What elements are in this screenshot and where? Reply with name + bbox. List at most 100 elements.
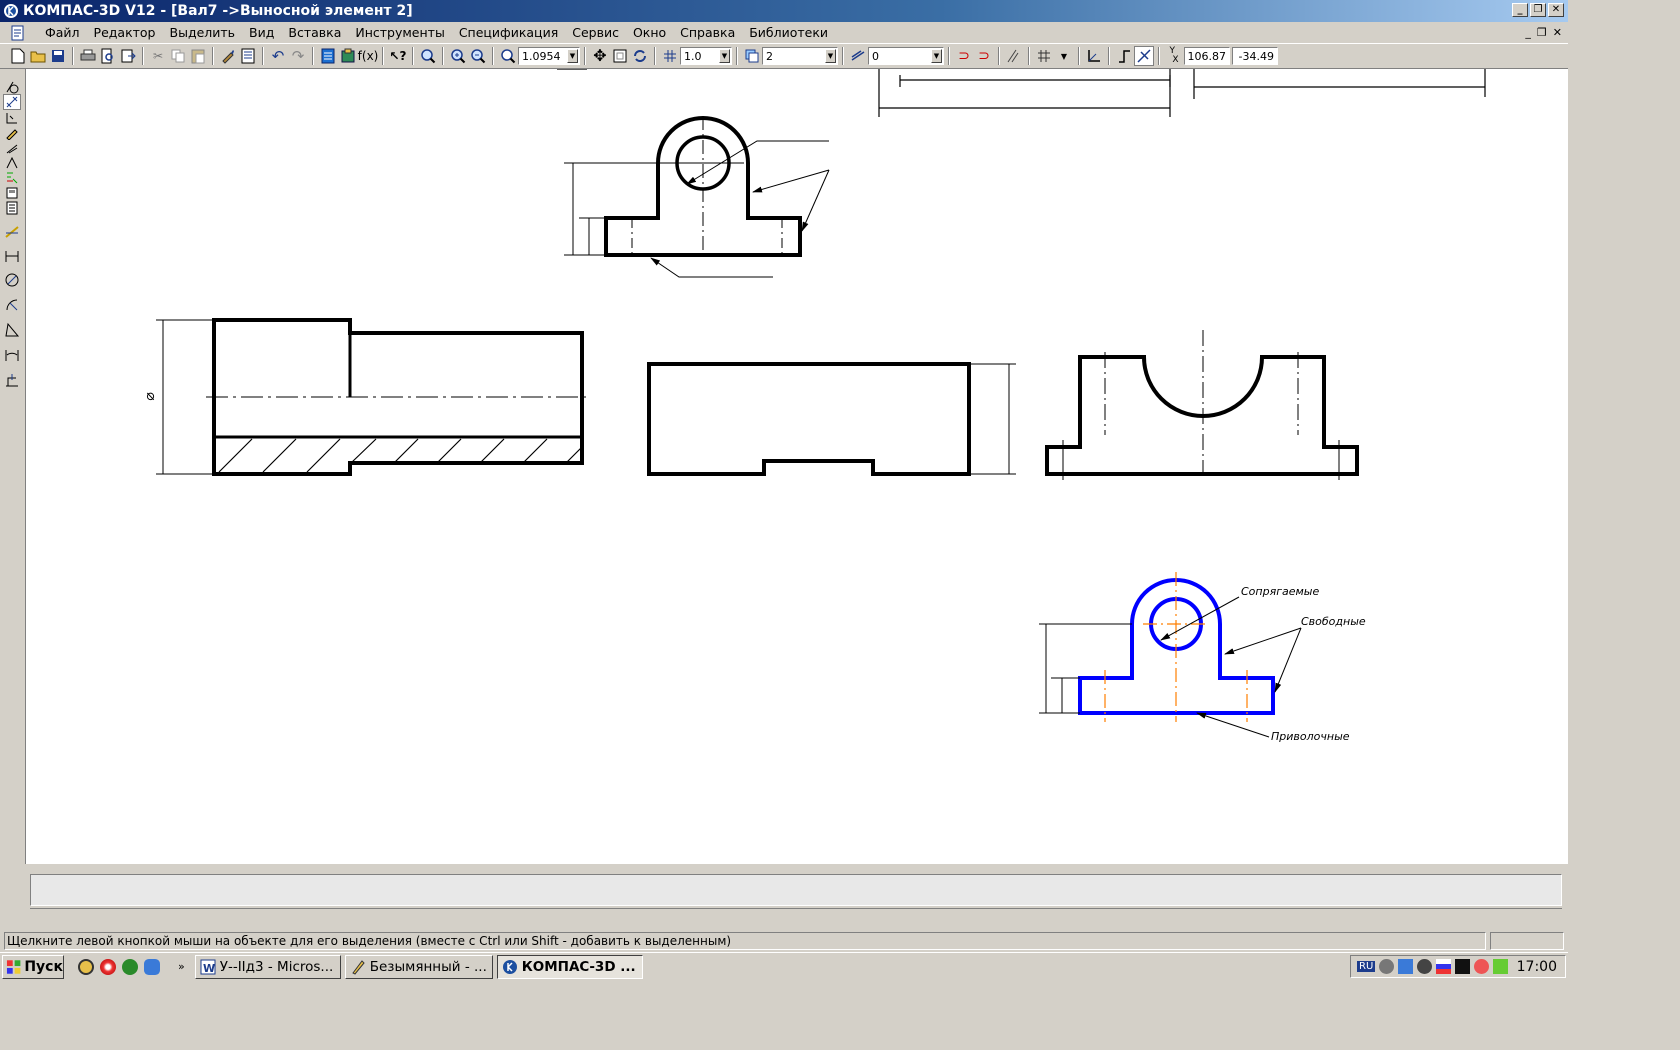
local-cs-icon[interactable] [1084, 46, 1104, 66]
tray-settings-icon[interactable] [1379, 959, 1395, 974]
parametrization-icon[interactable] [1004, 46, 1024, 66]
annotation-fitting[interactable]: Приволочные [1271, 730, 1350, 743]
document-icon[interactable] [10, 25, 26, 41]
tray-antivirus-icon[interactable] [1417, 959, 1433, 974]
redraw-icon[interactable] [630, 46, 650, 66]
current-step-icon[interactable] [660, 46, 680, 66]
select-tool-icon[interactable] [3, 170, 21, 185]
save-icon[interactable] [48, 46, 68, 66]
task-word[interactable]: W У--IIд3 - Micros... [194, 954, 341, 979]
annotation-free[interactable]: Свободные [1301, 615, 1366, 628]
quicklaunch-utorrent-icon[interactable] [122, 958, 138, 975]
top-dimension-lines[interactable] [557, 69, 1486, 117]
diameter-dim-icon[interactable] [3, 271, 21, 290]
annotation-mating[interactable]: Сопрягаемые [1241, 585, 1319, 598]
chevron-down-icon[interactable]: ▼ [567, 49, 578, 63]
menu-window[interactable]: Окно [626, 25, 673, 40]
saddle-block-view[interactable] [1045, 330, 1359, 480]
layer-field[interactable]: 2 ▼ [762, 47, 838, 65]
redo-icon[interactable]: ↷ [288, 46, 308, 66]
new-file-icon[interactable] [8, 46, 28, 66]
snap-magnet-icon[interactable]: ⊃ [954, 46, 974, 66]
linear-dim-icon[interactable] [3, 221, 21, 240]
quicklaunch-ie-icon[interactable] [144, 958, 160, 975]
angle-dim-icon[interactable] [3, 321, 21, 340]
line-style-icon[interactable] [848, 46, 868, 66]
tray-monitor-icon[interactable] [1455, 959, 1471, 974]
zoom-scale-icon[interactable] [498, 46, 518, 66]
doc-minimize-button[interactable]: _ [1525, 26, 1531, 39]
task-kompas[interactable]: КОМПАС-3D ... [496, 954, 643, 979]
menu-specification[interactable]: Спецификация [452, 25, 565, 40]
notation-tool-icon[interactable] [3, 110, 21, 125]
quicklaunch-browser-icon[interactable] [100, 958, 116, 975]
arc-dim-icon[interactable] [3, 345, 21, 364]
context-help-icon[interactable]: ↖? [388, 46, 408, 66]
measure-tool-icon[interactable] [3, 155, 21, 170]
chevron-down-icon[interactable]: ▼ [825, 49, 836, 63]
style-field[interactable]: 0 ▼ [868, 47, 944, 65]
zoom-window-icon[interactable] [418, 46, 438, 66]
library-manager-icon[interactable] [338, 46, 358, 66]
chevron-down-icon[interactable]: ▼ [719, 49, 730, 63]
coord-y-field[interactable]: -34.49 [1232, 47, 1278, 65]
local-snap-magnet-icon[interactable]: ⊃ [974, 46, 994, 66]
manager-icon[interactable] [318, 46, 338, 66]
geometry-tool-icon[interactable] [3, 79, 21, 94]
tray-nvidia-icon[interactable] [1493, 959, 1509, 974]
language-indicator[interactable]: RU [1357, 961, 1376, 972]
cut-icon[interactable]: ✂ [148, 46, 168, 66]
export-icon[interactable] [118, 46, 138, 66]
zoom-scale-field[interactable]: 1.0954 ▼ [518, 47, 580, 65]
menu-service[interactable]: Сервис [565, 25, 626, 40]
edit-tool-icon[interactable] [3, 125, 21, 140]
height-dim-icon[interactable] [3, 370, 21, 389]
start-button[interactable]: Пуск [2, 954, 64, 979]
snap-mode-icon[interactable] [1134, 46, 1154, 66]
cursor-step-field[interactable]: 1.0 ▼ [680, 47, 732, 65]
zoom-in-icon[interactable] [448, 46, 468, 66]
open-folder-icon[interactable] [28, 46, 48, 66]
copy-icon[interactable] [168, 46, 188, 66]
document-list-icon[interactable] [238, 46, 258, 66]
menu-editor[interactable]: Редактор [87, 25, 163, 40]
doc-restore-button[interactable]: ❐ [1537, 26, 1547, 39]
menu-select[interactable]: Выделить [163, 25, 243, 40]
refresh-view-icon[interactable] [610, 46, 630, 66]
menu-insert[interactable]: Вставка [281, 25, 348, 40]
pan-icon[interactable]: ✥ [590, 46, 610, 66]
drawing-canvas[interactable]: ⌀ Сопрягаемые Свободные Приволочные [25, 69, 1568, 864]
spec-tool-icon[interactable] [3, 185, 21, 200]
shaft-view[interactable]: ⌀ [142, 318, 589, 476]
ortho-mode-icon[interactable] [1114, 46, 1134, 66]
horizontal-dim-icon[interactable] [3, 246, 21, 265]
base-block-view[interactable] [647, 362, 1016, 476]
zoom-out-icon[interactable] [468, 46, 488, 66]
menu-libraries[interactable]: Библиотеки [742, 25, 835, 40]
report-tool-icon[interactable] [3, 200, 21, 215]
grid-chevron-icon[interactable]: ▼ [1054, 46, 1074, 66]
radial-dim-icon[interactable] [3, 296, 21, 315]
dimensions-tool-icon[interactable] [3, 94, 21, 111]
close-button[interactable]: ✕ [1548, 3, 1564, 17]
tray-network-icon[interactable] [1398, 959, 1414, 974]
undo-icon[interactable]: ↶ [268, 46, 288, 66]
chevron-down-icon[interactable]: ▼ [931, 49, 942, 63]
task-paint[interactable]: Безымянный - ... [344, 954, 493, 979]
menu-file[interactable]: Файл [38, 25, 87, 40]
menu-help[interactable]: Справка [673, 25, 742, 40]
tray-flag-icon[interactable] [1436, 959, 1452, 974]
menu-view[interactable]: Вид [242, 25, 281, 40]
coord-x-field[interactable]: 106.87 [1184, 47, 1230, 65]
parametrization-tool-icon[interactable] [3, 140, 21, 155]
print-preview-icon[interactable] [98, 46, 118, 66]
drawing-sheet[interactable]: ⌀ Сопрягаемые Свободные Приволочные [26, 69, 1569, 864]
command-input-box[interactable] [30, 874, 1562, 906]
restore-button[interactable]: ❐ [1530, 3, 1546, 17]
bracket-view-highlighted[interactable]: Сопрягаемые Свободные Приволочные [1039, 572, 1366, 743]
doc-close-button[interactable]: ✕ [1553, 26, 1562, 39]
print-icon[interactable] [78, 46, 98, 66]
quicklaunch-app-icon[interactable] [78, 958, 94, 975]
bracket-view-top[interactable] [564, 116, 830, 278]
menu-tools[interactable]: Инструменты [348, 25, 451, 40]
